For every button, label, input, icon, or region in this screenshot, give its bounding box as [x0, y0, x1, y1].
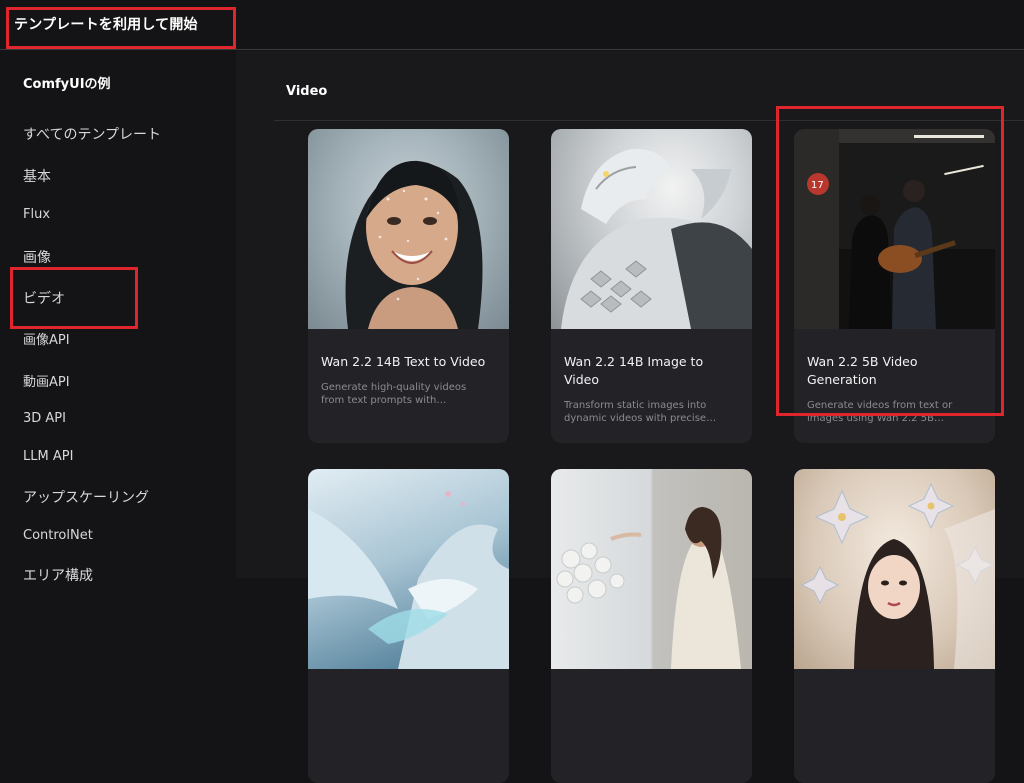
card-title: Wan 2.2 14B Text to Video: [321, 354, 486, 369]
svg-text:17: 17: [811, 180, 824, 191]
card-thumbnail: [551, 129, 752, 329]
dialog-title: テンプレートを利用して開始: [14, 17, 198, 33]
card-thumbnail: 17: [794, 129, 995, 329]
card-title: Wan 2.2 5B Video Generation: [807, 354, 918, 387]
sidebar-item-all-templates[interactable]: すべてのテンプレート: [23, 124, 161, 144]
card-description: Generate videos from text or images usin…: [807, 400, 953, 424]
sidebar-heading: ComfyUIの例: [23, 77, 111, 92]
sidebar-item-area-composition[interactable]: エリア構成: [23, 565, 93, 585]
card-title: Wan 2.2 14B Image to Video: [564, 354, 704, 387]
sidebar-item-controlnet[interactable]: ControlNet: [23, 528, 93, 543]
section-header: Video: [274, 51, 1024, 121]
card-thumbnail: [794, 469, 995, 669]
template-gallery: Video Wan 2.2 14B Text to Video Generate…: [236, 51, 1024, 783]
sidebar: ComfyUIの例 すべてのテンプレート 基本 Flux 画像 ビデオ 画像AP…: [0, 51, 236, 584]
card-thumbnail: [308, 129, 509, 329]
card-thumbnail: [308, 469, 509, 669]
card-thumbnail: [551, 469, 752, 669]
sidebar-item-llm-api[interactable]: LLM API: [23, 449, 73, 464]
sidebar-item-upscaling[interactable]: アップスケーリング: [23, 487, 149, 507]
template-card-wan22-5b-video[interactable]: 17 Wan 2.2 5B Video Generation Generate …: [794, 129, 995, 443]
sidebar-item-video-api[interactable]: 動画API: [23, 371, 70, 390]
template-card[interactable]: [794, 469, 995, 783]
sidebar-item-image-api[interactable]: 画像API: [23, 329, 70, 348]
title-bar: テンプレートを利用して開始: [0, 0, 1024, 50]
sidebar-item-3d-api[interactable]: 3D API: [23, 411, 66, 426]
sidebar-item-flux[interactable]: Flux: [23, 207, 50, 222]
card-description: Generate high-quality videos from text p…: [321, 382, 467, 406]
template-card-wan22-14b-i2v[interactable]: Wan 2.2 14B Image to Video Transform sta…: [551, 129, 752, 443]
sidebar-item-image[interactable]: 画像: [23, 247, 51, 267]
section-title: Video: [286, 84, 328, 99]
template-card-wan22-14b-t2v[interactable]: Wan 2.2 14B Text to Video Generate high-…: [308, 129, 509, 443]
template-card[interactable]: [551, 469, 752, 783]
template-card[interactable]: [308, 469, 509, 783]
card-description: Transform static images into dynamic vid…: [564, 400, 707, 424]
sidebar-item-video[interactable]: ビデオ: [23, 288, 65, 308]
sidebar-item-basic[interactable]: 基本: [23, 166, 51, 186]
